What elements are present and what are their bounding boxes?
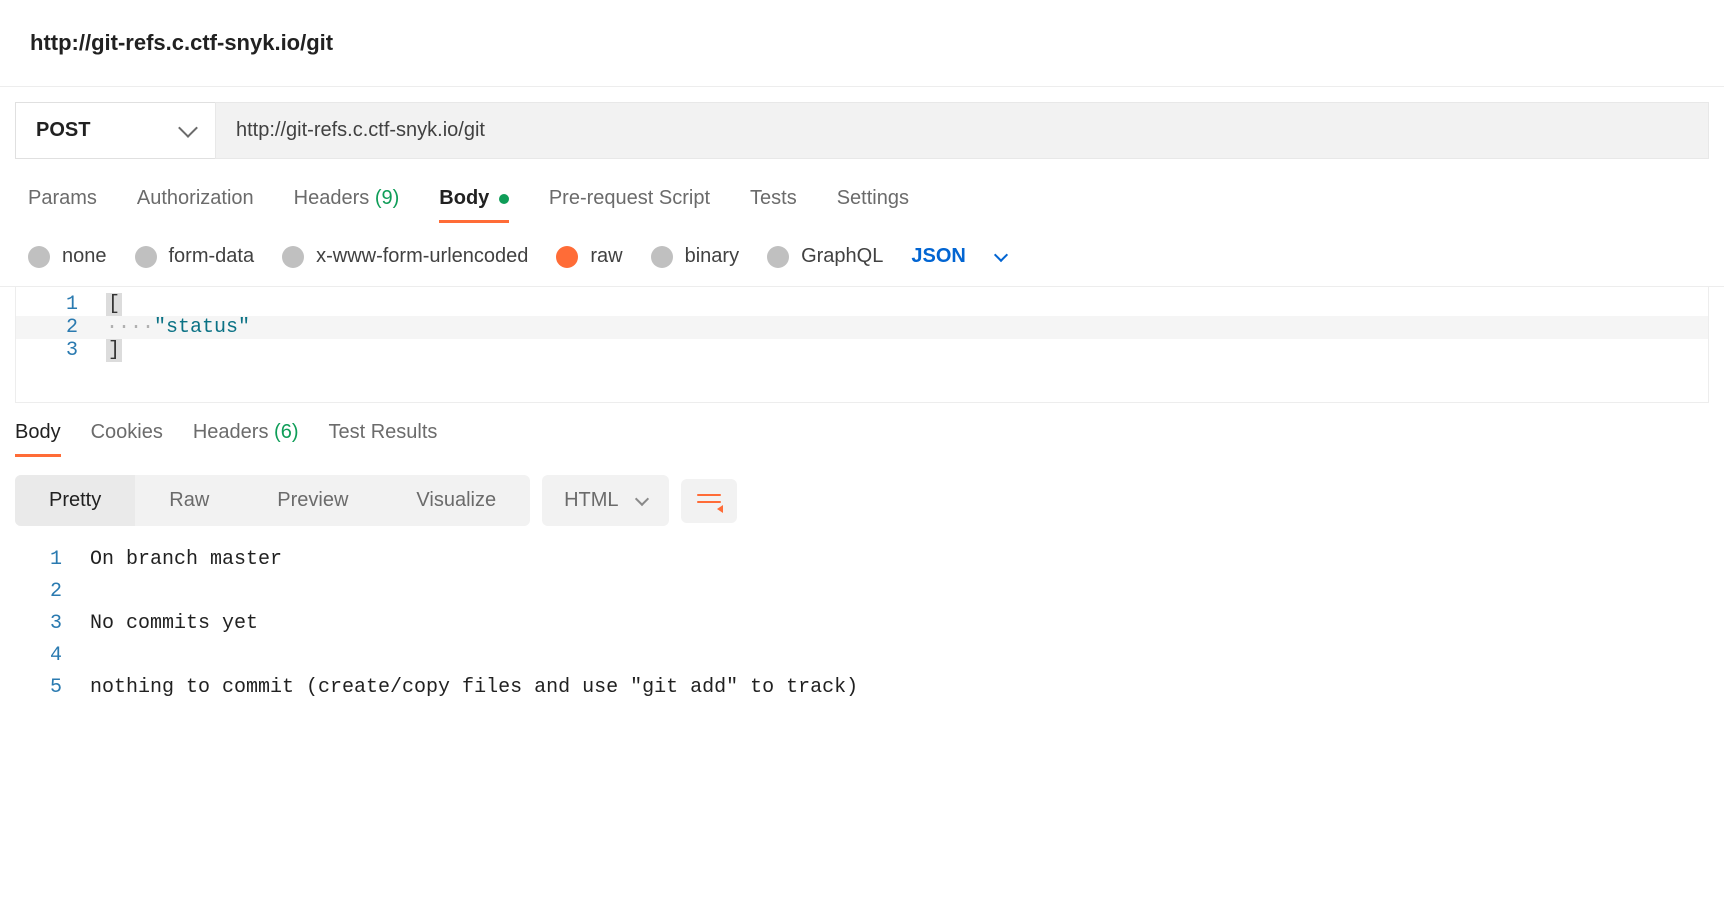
word-wrap-button[interactable]: [681, 479, 737, 523]
response-language-select[interactable]: HTML: [542, 475, 668, 526]
tab-headers-label: Headers: [294, 187, 370, 209]
line-number: 3: [16, 339, 106, 362]
response-tab-headers[interactable]: Headers (6): [193, 421, 299, 457]
line-number: 1: [16, 293, 106, 316]
radio-form-data[interactable]: form-data: [135, 245, 255, 268]
response-tabs: Body Cookies Headers (6) Test Results: [0, 403, 1724, 457]
request-row: POST http://git-refs.c.ctf-snyk.io/git: [15, 102, 1709, 159]
bracket-close: ]: [106, 339, 122, 362]
response-text: No commits yet: [90, 608, 258, 640]
response-toolbar: Pretty Raw Preview Visualize HTML: [0, 457, 1724, 526]
request-body-editor[interactable]: 1 [ 2 ····"status" 3 ]: [15, 287, 1709, 403]
modified-dot-icon: [499, 194, 509, 204]
view-mode-preview[interactable]: Preview: [243, 475, 382, 526]
chevron-down-icon: [634, 491, 648, 505]
radio-none-label: none: [62, 245, 107, 268]
radio-form-data-label: form-data: [169, 245, 255, 268]
response-tab-headers-label: Headers: [193, 421, 269, 443]
response-line: 4: [0, 640, 1724, 672]
view-mode-pretty[interactable]: Pretty: [15, 475, 135, 526]
view-mode-group: Pretty Raw Preview Visualize: [15, 475, 530, 526]
radio-icon: [767, 246, 789, 268]
radio-icon: [282, 246, 304, 268]
radio-binary-label: binary: [685, 245, 739, 268]
line-number: 2: [0, 576, 90, 608]
radio-none[interactable]: none: [28, 245, 107, 268]
response-line: 3 No commits yet: [0, 608, 1724, 640]
line-number: 2: [16, 316, 106, 339]
tab-authorization[interactable]: Authorization: [137, 187, 254, 223]
radio-urlencoded[interactable]: x-www-form-urlencoded: [282, 245, 528, 268]
response-line: 5 nothing to commit (create/copy files a…: [0, 672, 1724, 704]
chevron-down-icon: [994, 247, 1008, 261]
response-line: 1 On branch master: [0, 544, 1724, 576]
http-method-select[interactable]: POST: [15, 102, 215, 159]
line-number: 1: [0, 544, 90, 576]
radio-selected-icon: [556, 246, 578, 268]
chevron-down-icon: [178, 118, 198, 138]
response-tab-headers-count: (6): [274, 421, 298, 443]
radio-icon: [135, 246, 157, 268]
radio-urlencoded-label: x-www-form-urlencoded: [316, 245, 528, 268]
word-wrap-icon: [697, 491, 721, 511]
body-type-row: none form-data x-www-form-urlencoded raw…: [0, 223, 1724, 287]
radio-graphql[interactable]: GraphQL: [767, 245, 883, 268]
tab-settings[interactable]: Settings: [837, 187, 909, 223]
line-number: 5: [0, 672, 90, 704]
tab-tests[interactable]: Tests: [750, 187, 797, 223]
indent-guide: ····: [106, 316, 154, 339]
code-line: 1 [: [16, 293, 1708, 316]
view-mode-raw[interactable]: Raw: [135, 475, 243, 526]
response-language-value: HTML: [564, 489, 618, 512]
response-tab-cookies[interactable]: Cookies: [91, 421, 163, 457]
line-number: 3: [0, 608, 90, 640]
radio-icon: [651, 246, 673, 268]
line-number: 4: [0, 640, 90, 672]
code-line: 2 ····"status": [16, 316, 1708, 339]
radio-binary[interactable]: binary: [651, 245, 739, 268]
http-method-value: POST: [36, 119, 90, 142]
tab-body[interactable]: Body: [439, 187, 509, 223]
radio-raw[interactable]: raw: [556, 245, 622, 268]
json-string: "status": [154, 316, 250, 339]
request-title: http://git-refs.c.ctf-snyk.io/git: [30, 30, 333, 55]
tab-prerequest[interactable]: Pre-request Script: [549, 187, 710, 223]
body-format-select[interactable]: JSON: [911, 245, 1005, 268]
tab-body-label: Body: [439, 187, 489, 209]
body-format-value: JSON: [911, 245, 965, 268]
radio-icon: [28, 246, 50, 268]
radio-raw-label: raw: [590, 245, 622, 268]
response-tab-body[interactable]: Body: [15, 421, 61, 457]
response-tab-test-results[interactable]: Test Results: [328, 421, 437, 457]
code-line: 3 ]: [16, 339, 1708, 362]
bracket-open: [: [106, 293, 122, 316]
tab-headers[interactable]: Headers (9): [294, 187, 400, 223]
request-tabs: Params Authorization Headers (9) Body Pr…: [0, 159, 1724, 223]
request-url-value: http://git-refs.c.ctf-snyk.io/git: [236, 119, 485, 141]
view-mode-visualize[interactable]: Visualize: [382, 475, 530, 526]
response-text: nothing to commit (create/copy files and…: [90, 672, 858, 704]
request-title-bar: http://git-refs.c.ctf-snyk.io/git: [0, 0, 1724, 87]
tab-params[interactable]: Params: [28, 187, 97, 223]
request-url-input[interactable]: http://git-refs.c.ctf-snyk.io/git: [215, 102, 1709, 159]
tab-headers-count: (9): [375, 187, 399, 209]
response-body[interactable]: 1 On branch master 2 3 No commits yet 4 …: [0, 526, 1724, 734]
response-text: On branch master: [90, 544, 282, 576]
radio-graphql-label: GraphQL: [801, 245, 883, 268]
response-line: 2: [0, 576, 1724, 608]
